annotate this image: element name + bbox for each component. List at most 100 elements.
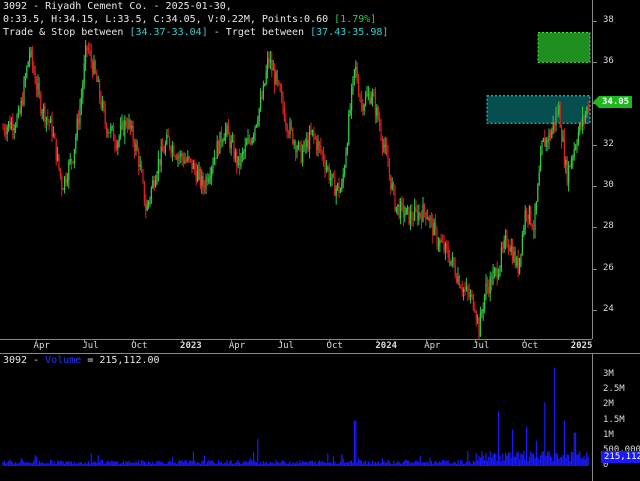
- candle-body: [303, 141, 305, 151]
- candle-body: [439, 240, 441, 245]
- candle-body: [432, 218, 434, 236]
- volume-bar: [251, 460, 253, 466]
- volume-bar: [64, 463, 66, 466]
- volume-bar: [198, 462, 200, 466]
- time-tick-mark: [377, 340, 379, 343]
- volume-bar: [246, 461, 248, 466]
- volume-bar: [92, 462, 94, 466]
- candle-body: [576, 143, 578, 148]
- volume-bar: [310, 460, 312, 466]
- candle-body: [212, 164, 214, 168]
- change-percent: [1.79%]: [334, 14, 377, 25]
- price-tick-30: 30: [603, 180, 614, 191]
- volume-bar: [342, 458, 344, 466]
- volume-bar: [29, 462, 31, 466]
- volume-bar: [510, 457, 512, 466]
- volume-bar: [209, 460, 211, 466]
- volume-bar: [470, 462, 472, 466]
- candle-body: [484, 294, 486, 309]
- volume-bar: [531, 453, 533, 466]
- candle-body: [384, 144, 386, 146]
- volume-chart-svg[interactable]: [0, 354, 592, 481]
- volume-bar: [307, 462, 309, 466]
- volume-bar: [467, 451, 469, 466]
- volume-bar: [118, 464, 120, 466]
- volume-bar: [73, 461, 75, 466]
- candle-body: [533, 228, 535, 230]
- volume-bar: [491, 457, 493, 466]
- volume-bar: [43, 463, 45, 466]
- candle-body: [457, 276, 459, 283]
- volume-bar: [69, 462, 71, 466]
- volume-bar: [160, 462, 162, 466]
- volume-bar: [443, 460, 445, 466]
- volume-bar: [181, 460, 183, 466]
- volume-bar: [303, 461, 305, 466]
- volume-bar: [76, 463, 78, 466]
- volume-bar: [121, 462, 123, 466]
- candle-body: [428, 218, 430, 221]
- volume-bar: [30, 463, 32, 466]
- candle-body: [516, 257, 518, 266]
- volume-pane[interactable]: 3092 - Volume = 215,112.00: [0, 353, 592, 481]
- candle-body: [421, 215, 423, 222]
- candle-body: [185, 160, 187, 162]
- candle-body: [320, 145, 322, 152]
- volume-bar: [573, 432, 575, 466]
- candle-body: [232, 140, 234, 142]
- candle-body: [265, 70, 267, 84]
- volume-bar: [296, 461, 298, 466]
- volume-bar: [366, 464, 368, 466]
- price-axis[interactable]: 242628303234363834.05: [592, 0, 640, 339]
- candle-body: [573, 148, 575, 157]
- volume-bar: [570, 451, 572, 466]
- candle-body: [160, 146, 162, 166]
- volume-bar: [258, 464, 260, 466]
- volume-bar: [561, 457, 563, 466]
- time-axis[interactable]: Apr Jul Oct 2023 Apr Jul Oct 2024 Apr Jul Oct 2025: [0, 339, 592, 354]
- volume-bar: [453, 461, 455, 466]
- candle-body: [570, 160, 572, 167]
- candle-body: [205, 176, 207, 189]
- candle-body: [345, 153, 347, 167]
- candle-body: [395, 206, 397, 211]
- volume-bar: [262, 461, 264, 466]
- volume-bar: [428, 463, 430, 466]
- candle-body: [62, 189, 64, 191]
- volume-bar: [575, 432, 577, 466]
- volume-bar: [530, 450, 532, 466]
- volume-bar: [190, 461, 192, 466]
- candle-body: [360, 99, 362, 103]
- candle-body: [509, 247, 511, 252]
- volume-bar: [265, 461, 267, 466]
- volume-label: Volume: [45, 355, 82, 366]
- candle-body: [472, 295, 474, 310]
- volume-axis[interactable]: 0 500,000 1M 1.5M 2M 2.5M 3M 215,112: [592, 353, 640, 481]
- candle-body: [373, 93, 375, 96]
- volume-bar: [447, 460, 449, 466]
- candle-body: [568, 165, 570, 184]
- volume-bar: [187, 462, 189, 466]
- candle-body: [418, 212, 420, 221]
- candle-body: [3, 128, 5, 133]
- volume-bar: [411, 461, 413, 466]
- candle-body: [316, 138, 318, 150]
- volume-bar: [146, 463, 148, 466]
- volume-bar: [414, 461, 416, 466]
- candle-body: [521, 234, 523, 254]
- volume-bar: [134, 463, 136, 466]
- volume-bar: [496, 460, 498, 466]
- volume-bar: [131, 462, 133, 466]
- price-chart-svg[interactable]: [0, 0, 592, 339]
- candle-body: [531, 224, 533, 229]
- volume-bar: [500, 461, 502, 466]
- candle-body: [254, 126, 256, 135]
- volume-bar: [173, 463, 175, 466]
- volume-bar: [183, 462, 185, 466]
- volume-value: = 215,112.00: [87, 355, 160, 366]
- volume-bar: [271, 462, 273, 466]
- price-chart-pane[interactable]: 3092 - Riyadh Cement Co. - 2025-01-30, 0…: [0, 0, 592, 339]
- candle-body: [96, 72, 98, 82]
- volume-bar: [444, 461, 446, 466]
- volume-bar: [171, 457, 173, 466]
